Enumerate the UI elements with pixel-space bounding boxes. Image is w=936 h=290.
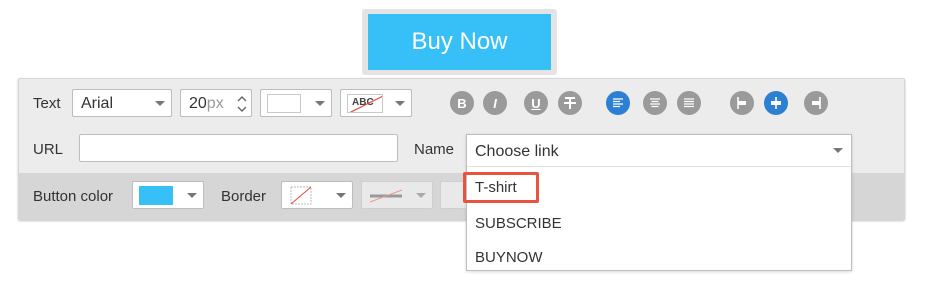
position-center-icon [771,97,781,109]
align-justify-button[interactable] [677,91,701,115]
font-family-value: Arial [81,95,114,112]
font-family-select[interactable]: Arial [72,89,172,117]
align-justify-icon [684,98,694,108]
chevron-down-icon [155,101,165,106]
italic-button[interactable]: I [483,91,507,115]
link-option-buynow[interactable]: BUYNOW [475,249,543,266]
text-label: Text [33,95,61,112]
border-style-select[interactable] [361,181,433,209]
link-option-subscribe[interactable]: SUBSCRIBE [475,215,562,232]
strikethrough-icon [564,97,576,109]
align-center-icon [650,98,660,108]
button-color-select[interactable] [132,181,204,209]
no-shadow-swatch: ABC [347,94,383,113]
highlight-box [463,172,539,203]
chevron-down-icon [187,193,197,198]
text-color-swatch [267,94,301,113]
bold-button[interactable]: B [450,91,474,115]
chevron-down-icon [336,193,346,198]
italic-icon: I [493,95,497,111]
chevron-down-icon [833,148,843,153]
font-size-value: 20 [189,95,207,112]
position-left-icon [737,97,746,109]
font-size-unit: px [206,95,224,112]
font-size-stepper[interactable]: 20px [180,89,252,117]
chevron-down-icon [395,101,405,106]
position-center-button[interactable] [764,91,788,115]
align-left-button[interactable] [606,91,630,115]
strikethrough-button[interactable] [558,91,582,115]
align-center-button[interactable] [643,91,667,115]
url-label: URL [33,141,64,158]
url-input[interactable] [79,134,398,162]
page: Buy Now Text Arial 20px ABC B I U URL Na… [0,0,936,290]
button-color-label: Button color [33,188,114,205]
strike-line-icon [349,95,382,112]
position-left-button[interactable] [730,91,754,115]
chevron-down-icon [315,101,325,106]
link-select-value: Choose link [475,143,559,160]
name-label: Name [414,141,455,158]
stepper-arrows-icon[interactable] [237,94,247,114]
border-color-select[interactable] [281,181,353,209]
no-color-icon [290,186,312,205]
border-label: Border [221,188,267,205]
text-shadow-select[interactable]: ABC [340,89,412,117]
link-select[interactable]: Choose link [467,135,851,167]
underline-icon: U [531,95,541,111]
align-left-icon [613,98,623,108]
bold-icon: B [457,95,467,111]
border-style-icon [369,189,403,203]
buy-now-button[interactable]: Buy Now [368,14,551,70]
position-right-button[interactable] [804,91,828,115]
button-color-swatch [139,186,173,205]
underline-button[interactable]: U [524,91,548,115]
text-color-select[interactable] [260,89,332,117]
position-right-icon [812,97,821,109]
font-size-display: 20px [189,95,224,113]
chevron-down-icon [416,193,426,198]
